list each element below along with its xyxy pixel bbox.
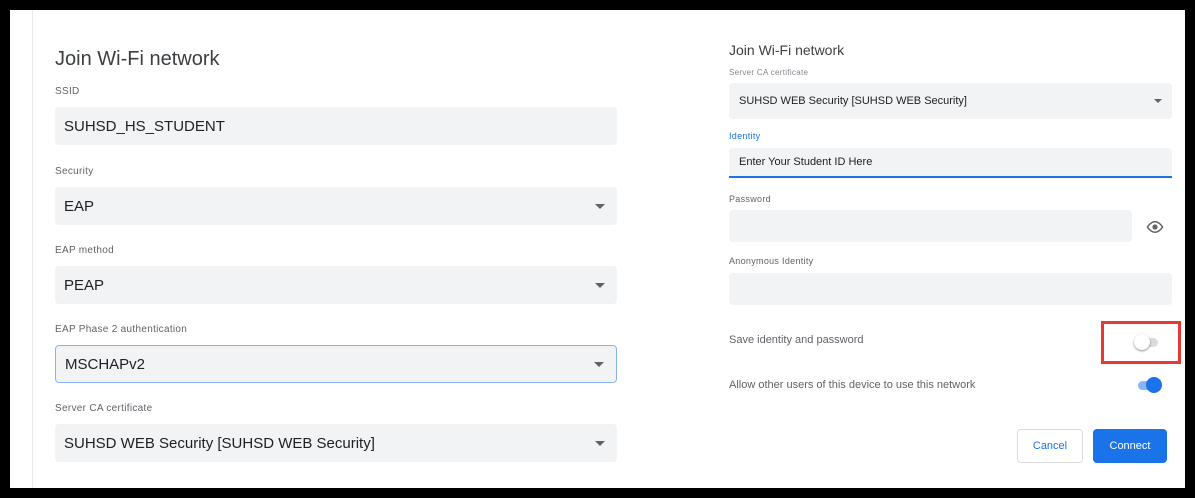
eap-method-dropdown[interactable]: PEAP xyxy=(55,266,617,304)
server-ca-dropdown[interactable]: SUHSD WEB Security [SUHSD WEB Security] xyxy=(55,424,617,462)
server-ca-dropdown[interactable]: SUHSD WEB Security [SUHSD WEB Security] xyxy=(729,83,1172,119)
share-network-toggle[interactable] xyxy=(1136,377,1162,393)
phase2-dropdown[interactable]: MSCHAPv2 xyxy=(55,345,617,383)
chevron-down-icon xyxy=(1154,99,1162,103)
phase2-value: MSCHAPv2 xyxy=(65,355,146,373)
identity-input[interactable]: Enter Your Student ID Here xyxy=(729,148,1172,178)
server-ca-label: Server CA certificate xyxy=(55,403,153,414)
server-ca-value: SUHSD WEB Security [SUHSD WEB Security] xyxy=(739,95,967,107)
phase2-label: EAP Phase 2 authentication xyxy=(55,324,188,335)
ssid-field[interactable]: SUHSD_HS_STUDENT xyxy=(55,107,617,145)
eap-method-value: PEAP xyxy=(64,276,105,294)
chevron-down-icon xyxy=(595,283,605,288)
identity-label: Identity xyxy=(729,131,761,141)
password-label: Password xyxy=(729,194,771,204)
security-dropdown[interactable]: EAP xyxy=(55,187,617,225)
cancel-button[interactable]: Cancel xyxy=(1017,429,1083,463)
share-network-label: Allow other users of this device to use … xyxy=(729,379,976,391)
ssid-label: SSID xyxy=(55,86,80,97)
dialog-title: Join Wi-Fi network xyxy=(55,48,220,70)
eye-icon[interactable] xyxy=(1146,220,1164,234)
connect-button[interactable]: Connect xyxy=(1093,429,1167,463)
security-value: EAP xyxy=(64,197,95,215)
toggle-knob xyxy=(1146,377,1162,393)
save-identity-toggle[interactable] xyxy=(1134,334,1160,350)
server-ca-label: Server CA certificate xyxy=(729,68,809,77)
identity-value: Enter Your Student ID Here xyxy=(739,156,873,168)
chevron-down-icon xyxy=(595,204,605,209)
left-dialog: Join Wi-Fi network SSID SUHSD_HS_STUDENT… xyxy=(10,10,650,488)
screenshot-frame: Join Wi-Fi network SSID SUHSD_HS_STUDENT… xyxy=(10,10,1185,488)
ssid-value: SUHSD_HS_STUDENT xyxy=(64,117,225,135)
server-ca-value: SUHSD WEB Security [SUHSD WEB Security] xyxy=(64,434,375,452)
toggle-knob xyxy=(1134,334,1150,350)
right-dialog: Join Wi-Fi network Server CA certificate… xyxy=(650,10,1185,488)
anonymous-identity-label: Anonymous Identity xyxy=(729,256,814,266)
security-label: Security xyxy=(55,166,94,177)
dialog-title: Join Wi-Fi network xyxy=(729,42,845,58)
chevron-down-icon xyxy=(594,362,604,367)
divider xyxy=(32,10,33,488)
anonymous-identity-input[interactable] xyxy=(729,273,1172,305)
eap-method-label: EAP method xyxy=(55,245,114,256)
save-identity-label: Save identity and password xyxy=(729,334,864,346)
password-input[interactable] xyxy=(729,210,1132,242)
chevron-down-icon xyxy=(595,441,605,446)
